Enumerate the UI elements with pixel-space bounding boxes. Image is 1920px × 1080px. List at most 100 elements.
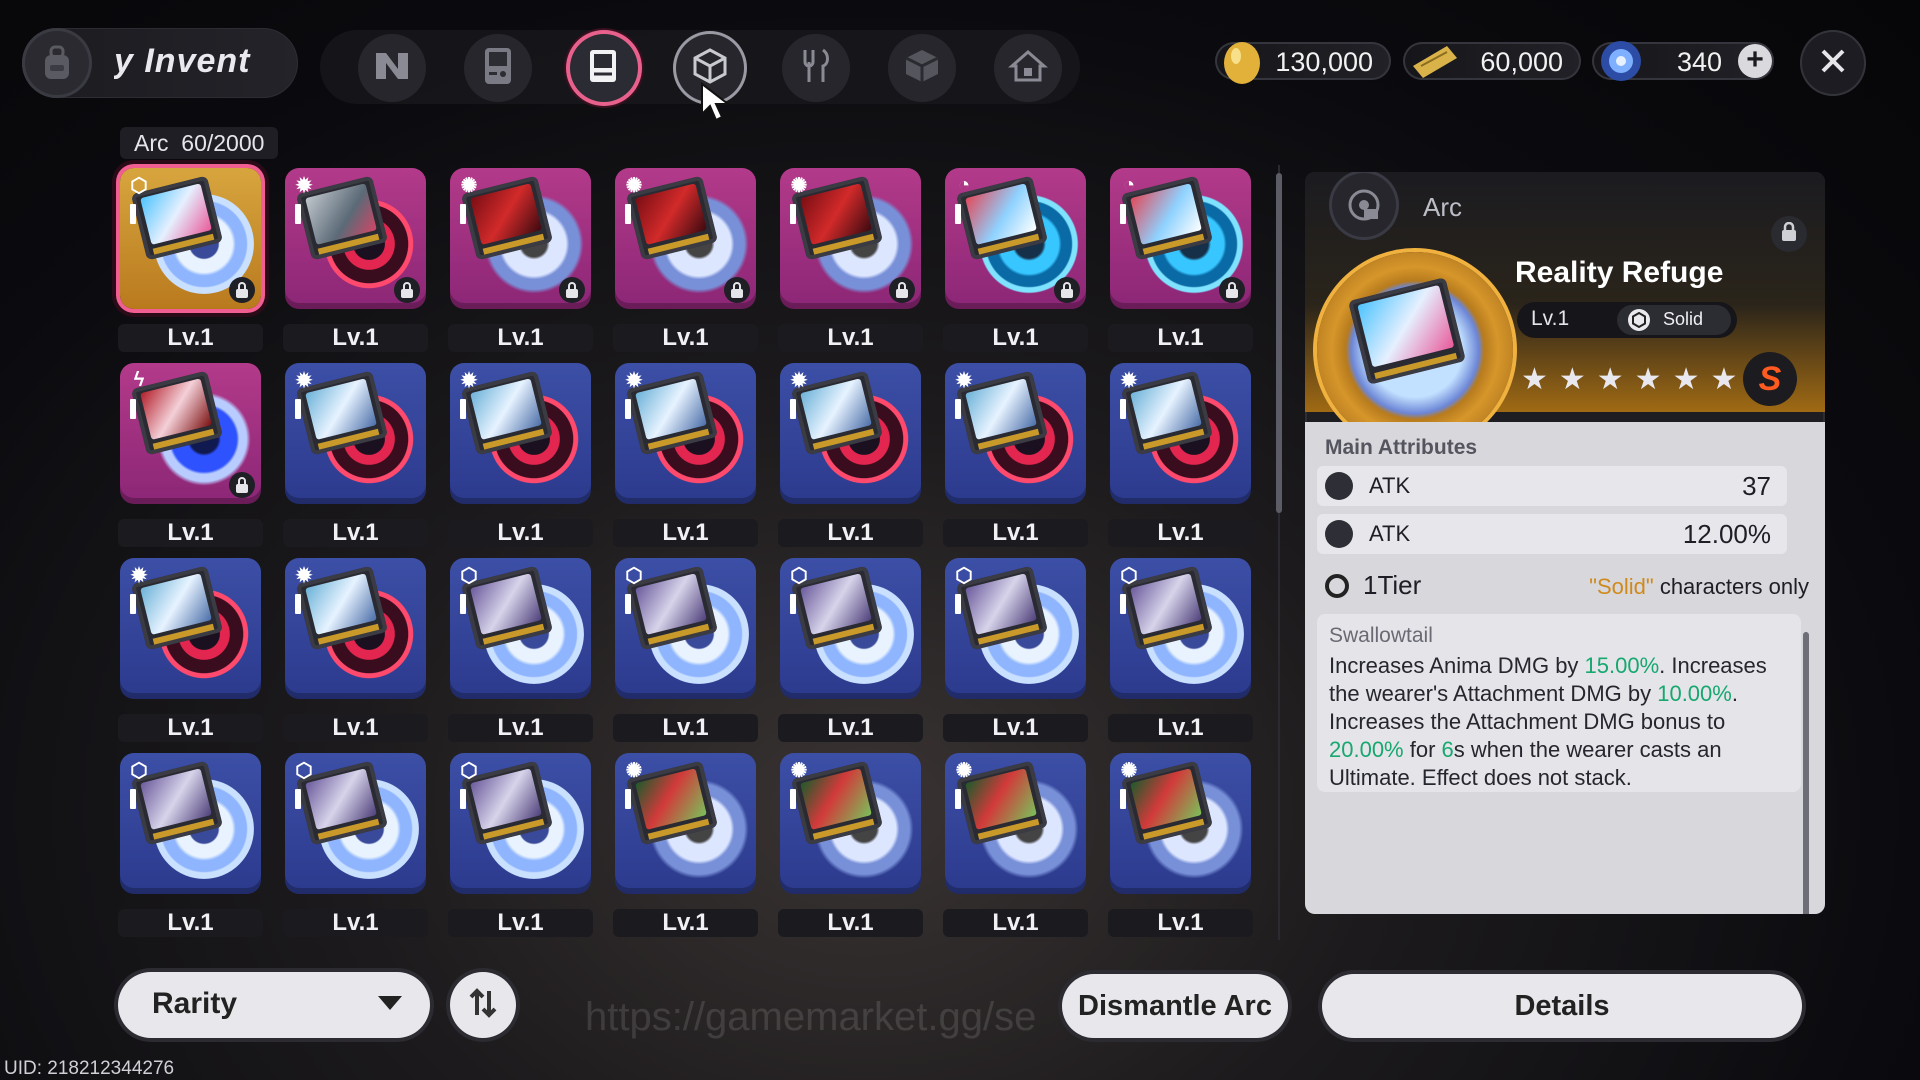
arc-item-level: Lv.1	[283, 519, 428, 547]
arc-item-level: Lv.1	[943, 909, 1088, 937]
arc-item-level: Lv.1	[283, 714, 428, 742]
attribute-name: ATK	[1369, 473, 1411, 498]
gear-type-icon: ✹	[1120, 369, 1138, 392]
arc-item-card: ✺	[615, 753, 756, 894]
atk-icon	[1325, 520, 1353, 548]
arc-item[interactable]: ✺ Lv.1	[778, 168, 923, 353]
tab-house[interactable]	[994, 34, 1062, 102]
swirl-type-icon: ✺	[790, 759, 808, 782]
spiral-type-icon: ◔	[1122, 173, 1136, 196]
arc-item[interactable]: ◔ Lv.1	[1108, 168, 1253, 353]
add-crystal-button[interactable]: +	[1738, 44, 1772, 78]
arc-item[interactable]: ⬡ Lv.1	[778, 558, 923, 743]
arc-item-card: ✺	[1110, 753, 1251, 894]
arc-item[interactable]: ✹ Lv.1	[613, 363, 758, 548]
arc-item[interactable]: ✹ Lv.1	[448, 363, 593, 548]
gear-type-icon: ✹	[625, 369, 643, 392]
arc-item[interactable]: ϟ Lv.1	[118, 363, 263, 548]
attribute-value: 37	[1742, 471, 1771, 501]
arc-item[interactable]: ⬡ Lv.1	[1108, 558, 1253, 743]
tier-marker	[955, 789, 961, 809]
arc-item[interactable]: ⬡ Lv.1	[118, 753, 263, 938]
tier-marker	[625, 399, 631, 419]
mouse-cursor-icon	[700, 81, 734, 127]
arc-item[interactable]: ✹ Lv.1	[943, 363, 1088, 548]
inventory-tab[interactable]: y Invent	[22, 28, 298, 98]
grid-scroll-thumb[interactable]	[1276, 173, 1282, 513]
tab-gameboy[interactable]	[464, 34, 532, 102]
gear-type-icon: ✹	[295, 369, 313, 392]
tab-food[interactable]	[782, 34, 850, 102]
gold-egg-icon	[1219, 36, 1265, 91]
tier-marker	[295, 204, 301, 224]
lock-icon	[1054, 277, 1080, 303]
arc-item[interactable]: ✺ Lv.1	[613, 168, 758, 353]
arc-item-card: ✹	[120, 558, 261, 699]
tier-marker	[625, 204, 631, 224]
tier-marker	[955, 399, 961, 419]
arc-item-card: ⬡	[780, 558, 921, 699]
arc-item-card: ϟ	[120, 363, 261, 504]
arc-item-card: ⬡	[450, 558, 591, 699]
arc-item[interactable]: ✹ Lv.1	[118, 558, 263, 743]
arc-item[interactable]: ✺ Lv.1	[613, 753, 758, 938]
arc-item-card: ✹	[780, 363, 921, 504]
arc-item[interactable]: ✹ Lv.1	[283, 363, 428, 548]
close-button[interactable]	[1800, 30, 1866, 96]
arc-item[interactable]: ◔ Lv.1	[943, 168, 1088, 353]
arc-grid: ⬡ Lv.1 ✹ Lv.1 ✺ Lv.1 ✺ Lv.1 ✺ Lv.1 ◔ Lv.1 ◔ Lv.1 ϟ Lv.1…	[118, 168, 1263, 938]
tab-n-logo[interactable]	[358, 34, 426, 102]
rarity-sort-dropdown[interactable]: Rarity	[118, 972, 430, 1038]
arc-item-card: ✺	[780, 753, 921, 894]
tier-marker	[1120, 594, 1126, 614]
arc-item-level: Lv.1	[1108, 519, 1253, 547]
swirl-type-icon: ✺	[625, 174, 643, 197]
tier-icon	[1325, 574, 1349, 598]
arc-cartridge-art	[1348, 277, 1466, 385]
tab-box[interactable]	[888, 34, 956, 102]
detail-level: Lv.1	[1531, 307, 1570, 330]
tier-marker	[790, 399, 796, 419]
arc-item[interactable]: ✹ Lv.1	[778, 363, 923, 548]
arc-item-level: Lv.1	[778, 714, 923, 742]
arc-item[interactable]: ⬡ Lv.1	[118, 168, 263, 353]
arc-item[interactable]: ⬡ Lv.1	[283, 753, 428, 938]
lock-toggle-button[interactable]	[1771, 216, 1807, 252]
arc-count-value: 60/2000	[181, 130, 265, 156]
arc-item[interactable]: ⬡ Lv.1	[613, 558, 758, 743]
arc-item-level: Lv.1	[283, 324, 428, 352]
box-icon	[902, 46, 942, 91]
gear-type-icon: ✹	[460, 369, 478, 392]
arc-item[interactable]: ⬡ Lv.1	[448, 753, 593, 938]
arc-item-level: Lv.1	[943, 519, 1088, 547]
dismantle-arc-button[interactable]: Dismantle Arc	[1062, 974, 1288, 1038]
arc-item[interactable]: ⬡ Lv.1	[448, 558, 593, 743]
attribute-row: ATK 37	[1317, 466, 1787, 506]
effect-box: Swallowtail Increases Anima DMG by 15.00…	[1317, 614, 1801, 792]
arc-item[interactable]: ✺ Lv.1	[943, 753, 1088, 938]
detail-category-label: Arc	[1423, 192, 1462, 222]
detail-scrollbar[interactable]	[1803, 632, 1809, 914]
tab-arc[interactable]	[570, 34, 638, 102]
arc-item[interactable]: ✹ Lv.1	[283, 168, 428, 353]
grid-scrollbar[interactable]	[1276, 165, 1282, 940]
cube-type-icon: ⬡	[790, 564, 808, 587]
arc-item-level: Lv.1	[448, 909, 593, 937]
ticket-icon	[1407, 36, 1463, 91]
effect-name: Swallowtail	[1329, 624, 1433, 647]
level-pill: Lv.1 Solid	[1517, 302, 1737, 338]
arc-item[interactable]: ✹ Lv.1	[283, 558, 428, 743]
arc-item[interactable]: ✺ Lv.1	[1108, 753, 1253, 938]
arc-item[interactable]: ✹ Lv.1	[1108, 363, 1253, 548]
arc-item-card: ✺	[945, 753, 1086, 894]
arc-item[interactable]: ⬡ Lv.1	[943, 558, 1088, 743]
swirl-type-icon: ✺	[625, 759, 643, 782]
arc-item[interactable]: ✺ Lv.1	[448, 168, 593, 353]
sort-order-button[interactable]	[450, 972, 516, 1038]
tier-marker	[295, 399, 301, 419]
details-button[interactable]: Details	[1322, 974, 1802, 1038]
arc-item-card: ✹	[285, 168, 426, 309]
arc-item[interactable]: ✺ Lv.1	[778, 753, 923, 938]
cube-type-icon: ⬡	[460, 564, 478, 587]
arc-item-card: ⬡	[120, 168, 261, 309]
